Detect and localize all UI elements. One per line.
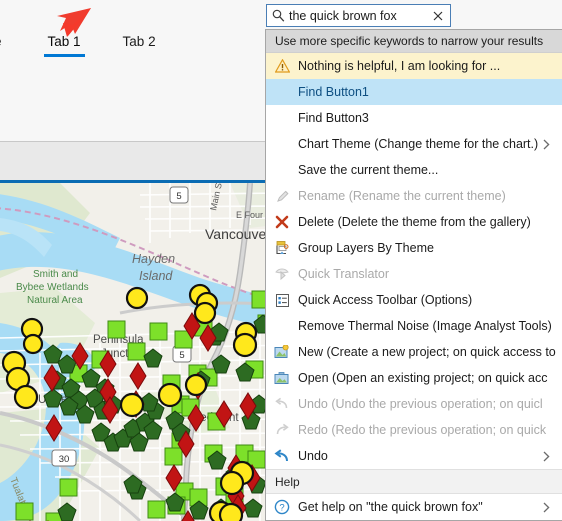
map-label-e-four: E Four	[236, 210, 263, 220]
menu-item-label: Undo (Undo the previous operation; on qu…	[298, 397, 543, 411]
svg-text:?: ?	[279, 503, 284, 514]
tab-active-underline	[43, 54, 85, 57]
help-question-icon: ?	[266, 494, 298, 520]
search-icon	[272, 9, 285, 22]
menu-item-nothing-is-helpful[interactable]: Nothing is helpful, I am looking for ...	[266, 53, 562, 79]
menu-section-help: Help	[266, 469, 562, 494]
chevron-right-icon	[543, 494, 550, 520]
menu-item-delete-theme[interactable]: Delete (Delete the theme from the galler…	[266, 209, 562, 235]
menu-item-label: Find Button3	[298, 111, 369, 125]
menu-item-find-button1[interactable]: Find Button1	[266, 79, 562, 105]
menu-item-quick-access-toolbar-options[interactable]: Quick Access Toolbar (Options)	[266, 287, 562, 313]
map-shield-i5-north: 5	[169, 186, 189, 204]
menu-item-undo-disabled: Undo (Undo the previous operation; on qu…	[266, 391, 562, 417]
menu-item-chart-theme[interactable]: Chart Theme (Change theme for the chart.…	[266, 131, 562, 157]
menu-item-find-button3[interactable]: Find Button3	[266, 105, 562, 131]
app-window: e Tab 1 Tab 2	[0, 0, 562, 521]
menu-item-group-layers-by-theme[interactable]: Group Layers By Theme	[266, 235, 562, 261]
delete-x-icon	[266, 209, 298, 235]
menu-item-label: Nothing is helpful, I am looking for ...	[298, 59, 501, 73]
menu-item-quick-translator: Quick Translator	[266, 261, 562, 287]
undo-icon	[266, 391, 298, 417]
no-icon	[266, 79, 298, 105]
map-label-island: Island	[139, 269, 173, 283]
menu-item-label: Group Layers By Theme	[298, 241, 434, 255]
menu-item-label: Delete (Delete the theme from the galler…	[298, 215, 531, 229]
map-label-smith-and: Smith and	[33, 269, 78, 280]
translator-icon	[266, 261, 298, 287]
tab-label: Tab 2	[122, 34, 156, 49]
tab-label: e	[0, 34, 2, 49]
menu-item-get-help-on[interactable]: ? Get help on "the quick brown fox"	[266, 494, 562, 520]
map-label-vancouver: Vancouver	[205, 226, 271, 242]
tab-label: Tab 1	[47, 34, 81, 49]
menu-item-label: Open (Open an existing project; on quick…	[298, 371, 548, 385]
no-icon	[266, 131, 298, 157]
menu-item-rename: Rename (Rename the current theme)	[266, 183, 562, 209]
menu-item-label: New (Create a new project; on quick acce…	[298, 345, 556, 359]
open-folder-icon	[266, 365, 298, 391]
svg-text:30: 30	[59, 454, 70, 465]
menu-item-new-project[interactable]: New (Create a new project; on quick acce…	[266, 339, 562, 365]
search-results-menu: Use more specific keywords to narrow you…	[265, 29, 562, 521]
map-label-bybee-wetlands: Bybee Wetlands	[16, 282, 89, 293]
tab-clipped-left[interactable]: e	[0, 33, 12, 51]
menu-item-label: Chart Theme (Change theme for the chart.…	[298, 137, 539, 151]
menu-item-label: Rename (Rename the current theme)	[298, 189, 506, 203]
search-box[interactable]: the quick brown fox	[266, 4, 451, 27]
menu-item-label: Find Button1	[298, 85, 369, 99]
options-list-icon	[266, 287, 298, 313]
map-label-natural-area: Natural Area	[27, 295, 83, 306]
tab-tab-2[interactable]: Tab 2	[113, 33, 166, 51]
pencil-icon	[266, 183, 298, 209]
chevron-right-icon	[543, 131, 550, 157]
no-icon	[266, 157, 298, 183]
menu-item-undo[interactable]: Undo	[266, 443, 562, 469]
menu-item-label: Quick Translator	[298, 267, 390, 281]
close-icon[interactable]	[429, 7, 447, 25]
svg-text:5: 5	[179, 350, 184, 361]
undo-icon	[266, 443, 298, 469]
map-shield-us30: 30	[51, 449, 77, 467]
menu-item-label: Undo	[298, 449, 328, 463]
menu-item-label: Redo (Redo the previous operation; on qu…	[298, 423, 547, 437]
chevron-right-icon	[543, 443, 550, 469]
menu-item-remove-thermal-noise[interactable]: Remove Thermal Noise (Image Analyst Tool…	[266, 313, 562, 339]
warning-icon	[266, 53, 298, 79]
search-input[interactable]: the quick brown fox	[289, 9, 429, 23]
redo-icon	[266, 417, 298, 443]
tab-strip: e Tab 1 Tab 2	[0, 33, 166, 59]
map-label-hayden: Hayden	[132, 252, 175, 266]
no-icon	[266, 313, 298, 339]
no-icon	[266, 105, 298, 131]
menu-item-label: Remove Thermal Noise (Image Analyst Tool…	[298, 319, 552, 333]
menu-hint: Use more specific keywords to narrow you…	[266, 30, 562, 53]
new-project-icon	[266, 339, 298, 365]
menu-item-label: Quick Access Toolbar (Options)	[298, 293, 473, 307]
menu-item-label: Get help on "the quick brown fox"	[298, 500, 483, 514]
menu-item-save-current-theme[interactable]: Save the current theme...	[266, 157, 562, 183]
group-layers-icon	[266, 235, 298, 261]
menu-item-redo-disabled: Redo (Redo the previous operation; on qu…	[266, 417, 562, 443]
menu-item-label: Save the current theme...	[298, 163, 439, 177]
tab-tab-1[interactable]: Tab 1	[38, 33, 91, 57]
svg-text:5: 5	[176, 191, 181, 202]
menu-item-open-project[interactable]: Open (Open an existing project; on quick…	[266, 365, 562, 391]
